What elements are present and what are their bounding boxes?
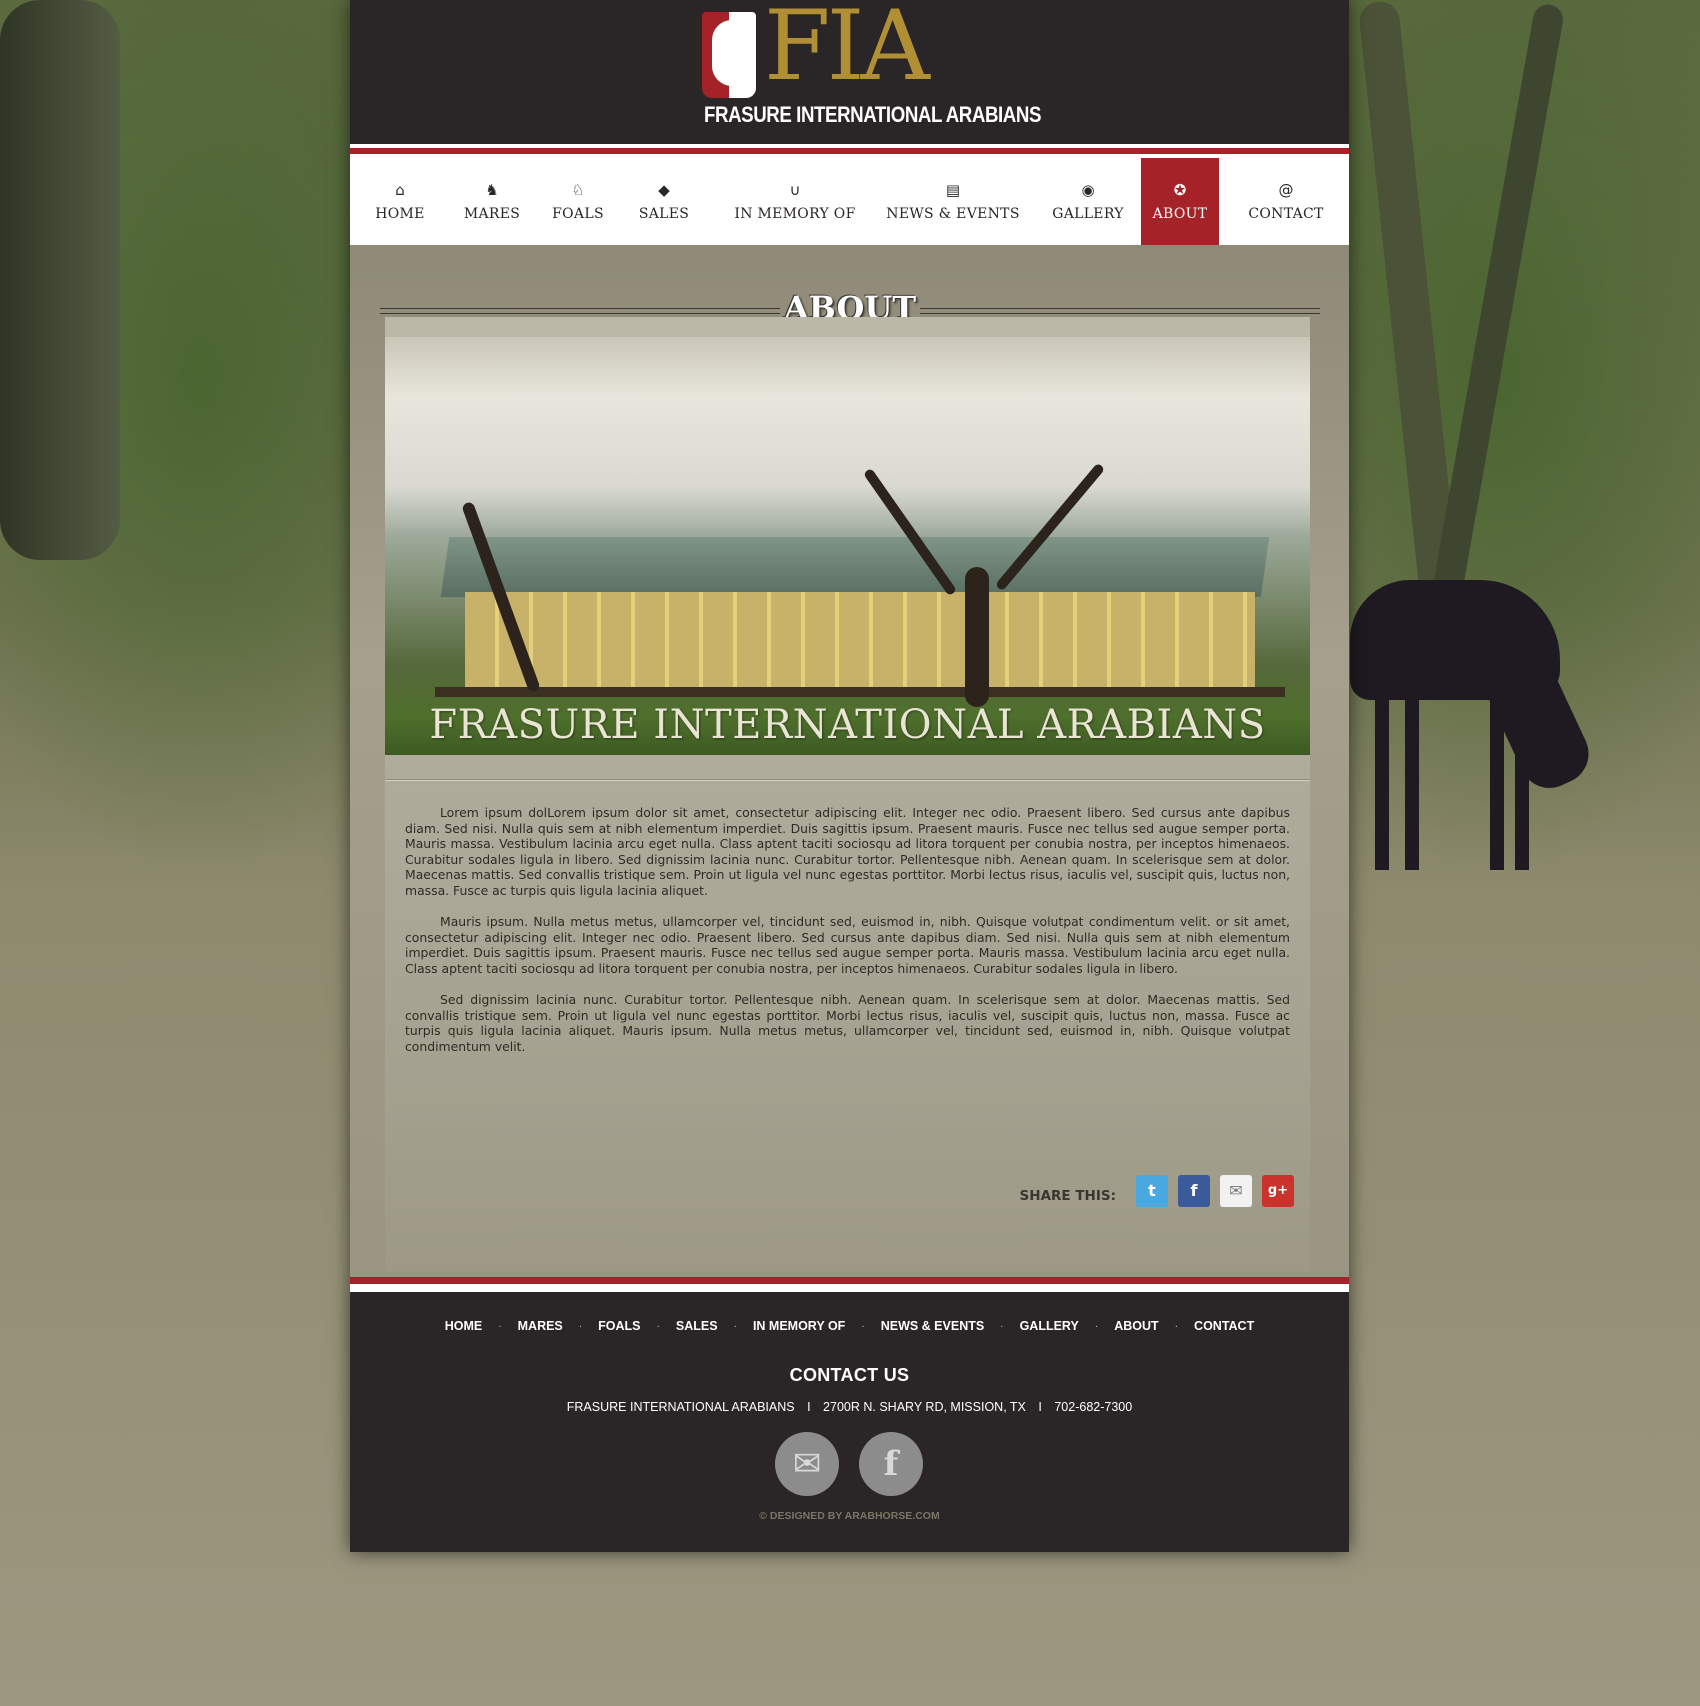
- email-icon[interactable]: ✉: [1220, 1175, 1252, 1207]
- nav-item-home[interactable]: ⌂ HOME: [364, 158, 436, 245]
- nav-label: HOME: [375, 206, 425, 222]
- footer-nav: HOME · MARES · FOALS · SALES · IN MEMORY…: [350, 1315, 1349, 1334]
- divider: [385, 779, 1310, 781]
- logo-horse-head: [712, 20, 742, 86]
- horseshoe-icon: ∪: [789, 181, 801, 199]
- paragraph: Sed dignissim lacinia nunc. Curabitur to…: [405, 992, 1290, 1054]
- share-label: SHARE THIS:: [1019, 1188, 1116, 1204]
- background-horse-leg: [1490, 690, 1504, 870]
- footer-nav-separator: ·: [578, 1322, 583, 1333]
- footer-nav-separator: ·: [498, 1322, 502, 1333]
- nav-item-about[interactable]: ✪ ABOUT: [1141, 158, 1219, 254]
- nav-item-sales[interactable]: ◆ SALES: [628, 158, 700, 245]
- hero-barn-base: [435, 687, 1285, 697]
- camera-icon: ◉: [1081, 181, 1095, 199]
- background-tree: [0, 0, 120, 560]
- site-footer: HOME · MARES · FOALS · SALES · IN MEMORY…: [350, 1292, 1349, 1552]
- nav-label: FOALS: [552, 206, 604, 222]
- google-plus-icon[interactable]: g+: [1262, 1175, 1294, 1207]
- contact-info: FRASURE INTERNATIONAL ARABIANS I 2700R N…: [350, 1400, 1349, 1414]
- background-horse-leg: [1405, 690, 1419, 870]
- contact-heading: CONTACT US: [789, 1365, 910, 1385]
- foal-icon: ♘: [571, 181, 585, 199]
- footer-nav-separator: ·: [1094, 1322, 1099, 1333]
- footer-link-about[interactable]: ABOUT: [1114, 1319, 1158, 1333]
- contact-phone[interactable]: 702-682-7300: [1054, 1400, 1132, 1414]
- footer-link-gallery[interactable]: GALLERY: [1020, 1319, 1079, 1333]
- designer-credit[interactable]: © DESIGNED BY ARABHORSE.COM: [350, 1510, 1349, 1522]
- facebook-icon[interactable]: f: [1178, 1175, 1210, 1207]
- footer-link-mares[interactable]: MARES: [518, 1319, 563, 1333]
- at-icon: @: [1278, 181, 1294, 199]
- footer-link-home[interactable]: HOME: [445, 1319, 483, 1333]
- hero-caption: FRASURE INTERNATIONAL ARABIANS: [429, 702, 1266, 748]
- facebook-icon[interactable]: f: [859, 1432, 923, 1496]
- footer-nav-separator: ·: [733, 1322, 737, 1333]
- background-horse-leg: [1375, 690, 1389, 870]
- contact-address: 2700R N. SHARY RD, MISSION, TX: [823, 1400, 1026, 1414]
- site-logo[interactable]: FIA FRASURE INTERNATIONAL ARABIANS: [702, 0, 1041, 132]
- background-tree: [1424, 2, 1566, 638]
- logo-subtitle: FRASURE INTERNATIONAL ARABIANS: [704, 102, 1042, 127]
- hero-image: FRASURE INTERNATIONAL ARABIANS: [385, 337, 1310, 755]
- nav-label: ABOUT: [1152, 206, 1208, 222]
- hero-barn-roof: [440, 537, 1270, 597]
- paragraph: Mauris ipsum. Nulla metus metus, ullamco…: [405, 914, 1290, 976]
- nav-item-news-events[interactable]: ▤ NEWS & EVENTS: [878, 158, 1028, 245]
- nav-item-mares[interactable]: ♞ MARES: [454, 158, 530, 245]
- nav-label: IN MEMORY OF: [734, 206, 856, 222]
- footer-stripe-red: [350, 1277, 1349, 1284]
- newspaper-icon: ▤: [945, 181, 961, 199]
- mail-icon[interactable]: ✉: [775, 1432, 839, 1496]
- footer-nav-separator: ·: [861, 1322, 865, 1333]
- twitter-icon[interactable]: t: [1136, 1175, 1168, 1207]
- share-bar: SHARE THIS: t f ✉ g+: [794, 1175, 1294, 1209]
- hero-tree: [965, 567, 989, 707]
- horse-head-icon: ♞: [485, 181, 499, 199]
- star-badge-icon: ✪: [1173, 181, 1187, 199]
- page-container: FIA FRASURE INTERNATIONAL ARABIANS ⌂ HOM…: [350, 0, 1349, 1552]
- background-horse-leg: [1515, 690, 1529, 870]
- contact-separator: I: [807, 1400, 811, 1414]
- footer-link-contact[interactable]: CONTACT: [1194, 1319, 1254, 1333]
- content-panel: FRASURE INTERNATIONAL ARABIANS Lorem ips…: [385, 317, 1310, 1272]
- tag-icon: ◆: [658, 181, 670, 199]
- nav-label: NEWS & EVENTS: [886, 206, 1020, 222]
- footer-link-sales[interactable]: SALES: [676, 1319, 718, 1333]
- footer-link-foals[interactable]: FOALS: [598, 1319, 640, 1333]
- site-header: FIA FRASURE INTERNATIONAL ARABIANS: [350, 0, 1349, 144]
- horse-shield-icon: [702, 12, 756, 98]
- footer-nav-separator: ·: [656, 1322, 660, 1333]
- nav-item-in-memory-of[interactable]: ∪ IN MEMORY OF: [720, 158, 870, 245]
- nav-item-gallery[interactable]: ◉ GALLERY: [1040, 158, 1136, 245]
- paragraph: Lorem ipsum dolLorem ipsum dolor sit ame…: [405, 805, 1290, 898]
- nav-item-contact[interactable]: @ CONTACT: [1238, 158, 1334, 245]
- footer-nav-separator: ·: [1000, 1322, 1004, 1333]
- hero-barn-wall: [465, 592, 1255, 692]
- footer-link-in-memory-of[interactable]: IN MEMORY OF: [753, 1319, 845, 1333]
- nav-label: CONTACT: [1248, 206, 1324, 222]
- about-text: Lorem ipsum dolLorem ipsum dolor sit ame…: [405, 805, 1290, 1070]
- main-nav: ⌂ HOME ♞ MARES ♘ FOALS ◆ SALES ∪ IN MEMO…: [350, 158, 1349, 254]
- nav-label: MARES: [463, 206, 521, 222]
- nav-label: GALLERY: [1052, 206, 1124, 222]
- logo-mark: FIA: [764, 0, 930, 102]
- contact-separator: I: [1038, 1400, 1042, 1414]
- home-icon: ⌂: [395, 181, 405, 199]
- nav-item-foals[interactable]: ♘ FOALS: [542, 158, 614, 245]
- footer-stripe-white: [350, 1284, 1349, 1292]
- contact-name: FRASURE INTERNATIONAL ARABIANS: [566, 1400, 795, 1414]
- nav-label: SALES: [638, 206, 690, 222]
- footer-nav-separator: ·: [1174, 1322, 1178, 1333]
- main-content: ABOUT FRASURE INTERNATIONAL ARABIANS Lor…: [350, 245, 1349, 1277]
- footer-link-news-events[interactable]: NEWS & EVENTS: [881, 1319, 985, 1333]
